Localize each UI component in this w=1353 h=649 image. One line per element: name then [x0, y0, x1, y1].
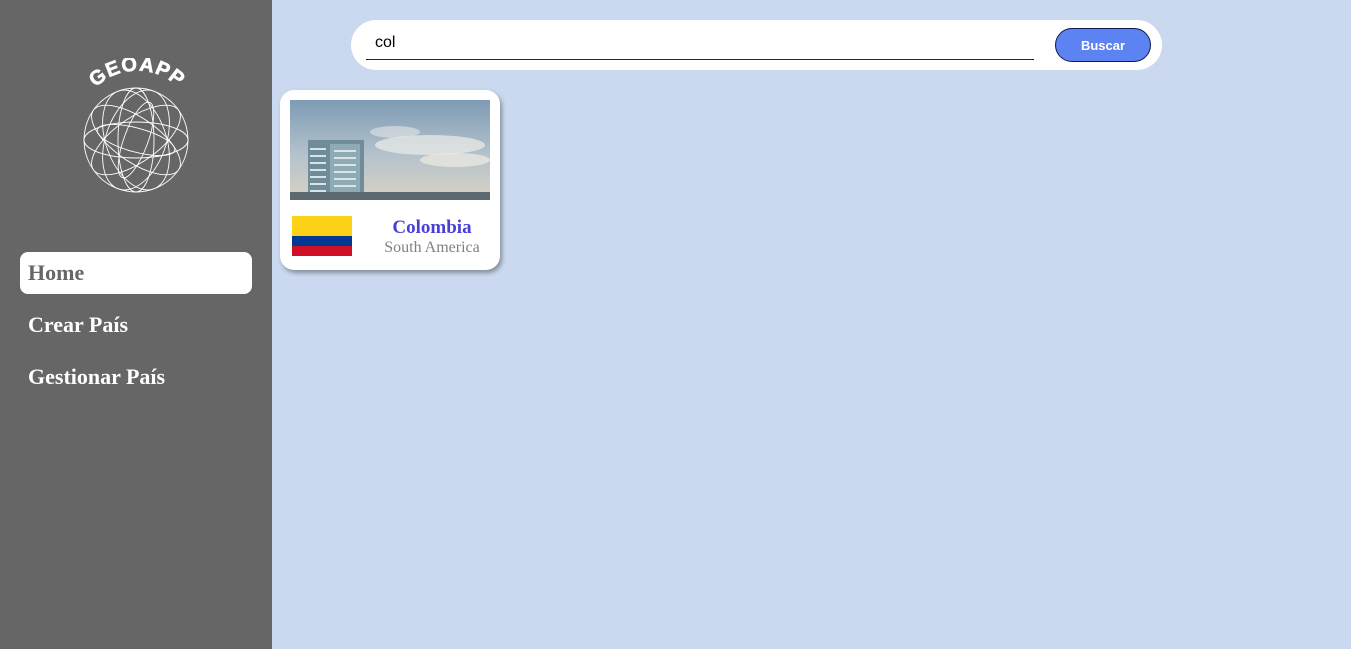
nav-item-home[interactable]: Home	[20, 252, 252, 294]
country-card[interactable]: Colombia South America	[280, 90, 500, 270]
search-input[interactable]	[366, 26, 1034, 60]
globe-icon: GEOAPP	[83, 58, 189, 193]
geoapp-logo[interactable]: GEOAPP	[72, 58, 200, 198]
main-content: Buscar	[272, 0, 1353, 649]
country-name: Colombia	[392, 217, 472, 238]
nav-item-gestionar-pais[interactable]: Gestionar País	[20, 356, 252, 398]
logo-text: GEOAPP	[85, 58, 189, 92]
country-photo	[290, 100, 490, 200]
search-bar: Buscar	[351, 20, 1162, 70]
search-button[interactable]: Buscar	[1055, 28, 1151, 62]
svg-text:GEOAPP: GEOAPP	[85, 58, 189, 91]
colombia-flag-icon	[292, 216, 352, 256]
app-root: GEOAPP Home Crear País Gestionar País co…	[0, 0, 1353, 649]
sidebar: GEOAPP Home Crear País Gestionar País	[0, 0, 272, 649]
nav-item-crear-pais[interactable]: Crear País	[20, 304, 252, 346]
country-continent: South America	[384, 239, 480, 256]
